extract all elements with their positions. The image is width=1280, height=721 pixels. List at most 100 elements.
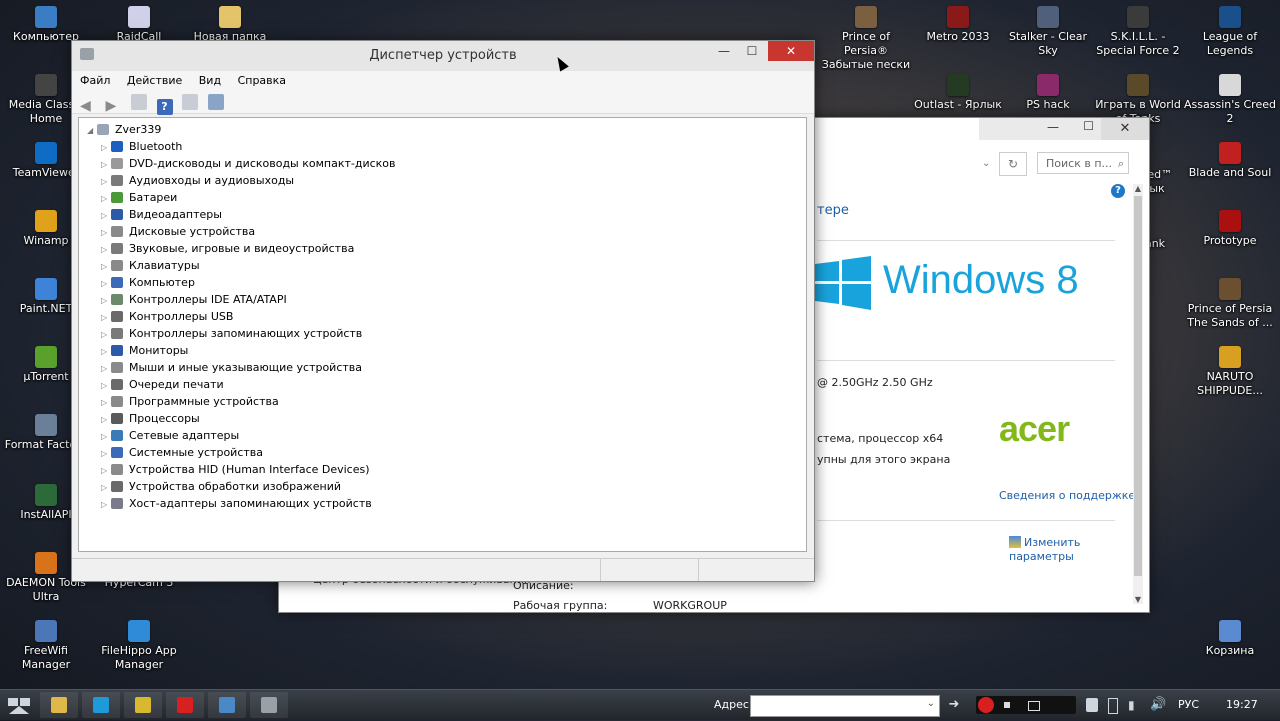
expand-icon[interactable]: ▷ xyxy=(101,377,111,394)
menu-view[interactable]: Вид xyxy=(199,71,221,91)
maximize-button[interactable]: ☐ xyxy=(738,41,766,61)
expand-icon[interactable]: ▷ xyxy=(101,275,111,292)
clock[interactable]: 19:27 xyxy=(1226,698,1258,711)
expand-icon[interactable]: ▷ xyxy=(101,462,111,479)
expand-icon[interactable]: ▷ xyxy=(101,326,111,343)
device-category[interactable]: ▷ Процессоры xyxy=(79,410,806,427)
device-category[interactable]: ▷ Видеоадаптеры xyxy=(79,206,806,223)
support-link[interactable]: Сведения о поддержке xyxy=(999,489,1135,502)
desktop-icon[interactable]: PS hack xyxy=(1002,74,1094,112)
device-category[interactable]: ▷ Хост-адаптеры запоминающих устройств xyxy=(79,495,806,512)
expand-icon[interactable]: ▷ xyxy=(101,360,111,377)
device-category[interactable]: ▷ Программные устройства xyxy=(79,393,806,410)
desktop-icon[interactable]: RaidCall xyxy=(93,6,185,44)
close-button[interactable]: ✕ xyxy=(768,41,814,61)
expand-icon[interactable]: ▷ xyxy=(101,479,111,496)
expand-icon[interactable]: ▷ xyxy=(101,343,111,360)
expand-icon[interactable]: ▷ xyxy=(101,156,111,173)
device-category[interactable]: ▷ Системные устройства xyxy=(79,444,806,461)
expand-icon[interactable]: ▷ xyxy=(101,292,111,309)
scan-hardware-icon[interactable] xyxy=(207,94,224,110)
desktop-icon[interactable]: Prototype xyxy=(1184,210,1276,248)
desktop-icon[interactable]: Outlast - Ярлык xyxy=(912,74,1004,112)
go-arrow-icon[interactable]: ➜ xyxy=(944,695,964,715)
desktop-icon[interactable]: FreeWifi Manager xyxy=(2,620,90,672)
taskbar-button[interactable] xyxy=(40,692,78,718)
device-category[interactable]: ▷ Компьютер xyxy=(79,274,806,291)
properties-icon[interactable] xyxy=(131,94,147,110)
taskbar-button[interactable] xyxy=(166,692,204,718)
desktop-icon[interactable]: Assassin's Creed 2 xyxy=(1184,74,1276,126)
battery-icon[interactable] xyxy=(1108,698,1118,714)
view-icon[interactable] xyxy=(182,94,198,110)
network-icon[interactable]: ▮ xyxy=(1128,698,1142,712)
device-category[interactable]: ▷ Сетевые адаптеры xyxy=(79,427,806,444)
device-category[interactable]: ▷ Клавиатуры xyxy=(79,257,806,274)
desktop-icon[interactable]: Stalker - Clear Sky xyxy=(1002,6,1094,58)
device-category[interactable]: ▷ Дисковые устройства xyxy=(79,223,806,240)
taskbar-button[interactable] xyxy=(208,692,246,718)
device-category[interactable]: ▷ Мониторы xyxy=(79,342,806,359)
device-category[interactable]: ▷ Устройства обработки изображений xyxy=(79,478,806,495)
desktop-icon[interactable]: Новая папка xyxy=(184,6,276,44)
camera-icon[interactable] xyxy=(1028,701,1040,711)
expand-icon[interactable]: ▷ xyxy=(101,394,111,411)
device-category[interactable]: ▷ DVD-дисководы и дисководы компакт-диско… xyxy=(79,155,806,172)
collapse-icon[interactable]: ◢ xyxy=(87,122,97,139)
taskbar-button[interactable] xyxy=(124,692,162,718)
forward-icon[interactable]: ▶ xyxy=(106,98,122,114)
expand-icon[interactable]: ▷ xyxy=(101,224,111,241)
expand-icon[interactable]: ▷ xyxy=(101,428,111,445)
scrollbar-thumb[interactable] xyxy=(1134,196,1142,576)
expand-icon[interactable]: ▷ xyxy=(101,241,111,258)
minimize-button[interactable]: — xyxy=(710,41,738,61)
address-input[interactable]: ⌄ xyxy=(750,695,940,717)
menu-file[interactable]: Файл xyxy=(80,71,110,91)
volume-icon[interactable]: 🔊 xyxy=(1150,697,1166,712)
desktop-icon[interactable]: League of Legends xyxy=(1184,6,1276,58)
help-icon[interactable]: ? xyxy=(1111,184,1125,198)
record-icon[interactable] xyxy=(978,697,994,713)
desktop-icon[interactable]: Prince of Persia® Забытые пески xyxy=(820,6,912,72)
expand-icon[interactable]: ▷ xyxy=(101,411,111,428)
expand-icon[interactable]: ▷ xyxy=(101,173,111,190)
maximize-button[interactable]: ☐ xyxy=(1083,119,1094,133)
device-category[interactable]: ▷ Звуковые, игровые и видеоустройства xyxy=(79,240,806,257)
scroll-down-icon[interactable]: ▼ xyxy=(1133,595,1143,604)
recorder-toolbar[interactable] xyxy=(976,696,1076,714)
expand-icon[interactable]: ▷ xyxy=(101,258,111,275)
device-category[interactable]: ▷ Контроллеры запоминающих устройств xyxy=(79,325,806,342)
menu-help[interactable]: Справка xyxy=(238,71,286,91)
expand-icon[interactable]: ▷ xyxy=(101,190,111,207)
titlebar[interactable]: Диспетчер устройств — ☐ ✕ xyxy=(72,41,814,71)
desktop-icon[interactable]: Metro 2033 xyxy=(912,6,1004,44)
expand-icon[interactable]: ▷ xyxy=(101,309,111,326)
desktop-icon[interactable]: S.K.I.L.L. - Special Force 2 xyxy=(1092,6,1184,58)
language-indicator[interactable]: РУС xyxy=(1178,698,1199,711)
desktop-icon[interactable]: Корзина xyxy=(1184,620,1276,658)
stop-icon[interactable] xyxy=(1004,702,1010,708)
expand-icon[interactable]: ▷ xyxy=(101,207,111,224)
desktop-icon[interactable]: Prince of Persia The Sands of ... xyxy=(1184,278,1276,330)
chevron-down-icon[interactable]: ⌄ xyxy=(982,153,996,175)
search-input[interactable]: Поиск в п... ⌕ xyxy=(1037,152,1129,174)
refresh-button[interactable]: ↻ xyxy=(999,152,1027,176)
device-category[interactable]: ▷ Контроллеры USB xyxy=(79,308,806,325)
desktop-icon[interactable]: NARUTO SHIPPUDE... xyxy=(1184,346,1276,398)
flag-icon[interactable] xyxy=(1086,698,1098,712)
device-category[interactable]: ▷ Контроллеры IDE ATA/ATAPI xyxy=(79,291,806,308)
close-button[interactable]: ✕ xyxy=(1101,118,1149,140)
desktop-icon[interactable]: FileHippo App Manager xyxy=(93,620,185,672)
expand-icon[interactable]: ▷ xyxy=(101,445,111,462)
start-button[interactable] xyxy=(4,692,34,718)
device-category[interactable]: ▷ Bluetooth xyxy=(79,138,806,155)
scrollbar[interactable]: ▲ ▼ xyxy=(1133,184,1143,604)
back-icon[interactable]: ◀ xyxy=(80,98,96,114)
expand-icon[interactable]: ▷ xyxy=(101,139,111,156)
partial-link[interactable]: тере xyxy=(817,203,849,218)
device-category[interactable]: ▷ Батареи xyxy=(79,189,806,206)
device-category[interactable]: ▷ Устройства HID (Human Interface Devices… xyxy=(79,461,806,478)
taskbar-button[interactable] xyxy=(82,692,120,718)
chevron-down-icon[interactable]: ⌄ xyxy=(927,698,935,709)
device-category[interactable]: ▷ Аудиовходы и аудиовыходы xyxy=(79,172,806,189)
